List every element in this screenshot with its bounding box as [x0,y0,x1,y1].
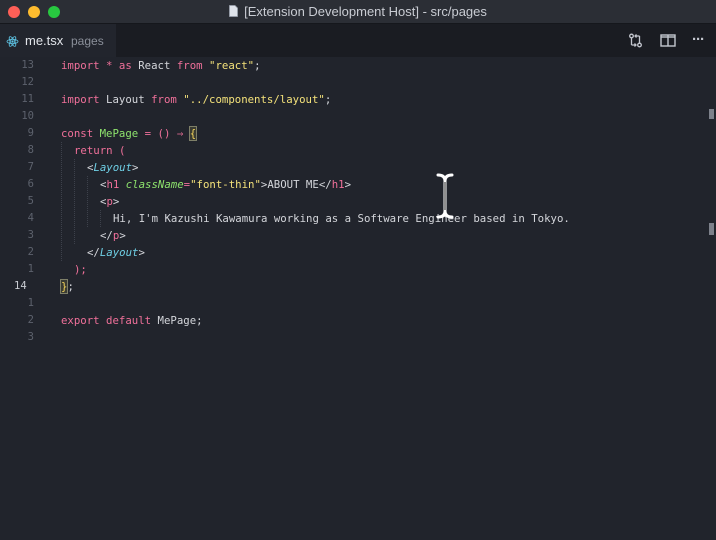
window-title: [Extension Development Host] - src/pages [0,3,716,20]
line-number: 3 [27,331,34,343]
code-line: </Layout> [87,246,145,259]
code-editor[interactable]: 13 12 11 10 9 8 7 6 5 4 3 2 1 14 1 2 3 i… [0,57,716,540]
line-number-gutter: 13 12 11 10 9 8 7 6 5 4 3 2 1 14 1 2 3 [0,57,46,540]
split-editor-icon[interactable] [660,33,676,48]
code-line: import Layout from "../components/layout… [61,93,332,106]
code-area[interactable]: import * as React from "react"; import L… [59,57,570,516]
code-line: <Layout> [87,161,139,174]
line-number: 6 [27,178,34,190]
line-number: 1 [27,263,34,275]
vertical-scrollbar[interactable] [709,57,716,540]
line-number: 11 [21,93,34,105]
code-line: const MePage = () ⇒ { [61,126,198,141]
line-number: 4 [27,212,34,224]
code-line: }; [59,279,74,294]
matched-bracket: { [188,126,198,141]
editor-window: [Extension Development Host] - src/pages… [0,0,716,540]
code-line: <p> [100,195,120,208]
tab-bar: me.tsx pages ··· [0,24,716,58]
code-line: return ( [74,144,126,157]
line-number: 2 [27,314,34,326]
tab-me-tsx[interactable]: me.tsx pages [0,24,116,58]
active-line-number: 14 [14,280,27,292]
scrollbar-marker [709,109,714,119]
react-file-icon [6,36,19,47]
line-number: 3 [27,229,34,241]
title-bar: [Extension Development Host] - src/pages [0,0,716,24]
line-number: 5 [27,195,34,207]
line-number: 9 [27,127,34,139]
line-number: 13 [21,59,34,71]
file-icon [229,5,239,17]
window-title-text: [Extension Development Host] - src/pages [244,4,487,19]
line-number: 8 [27,144,34,156]
line-number: 1 [27,297,34,309]
more-icon[interactable]: ··· [692,31,705,48]
indent-guide [100,210,102,227]
code-line: </p> [100,229,126,242]
line-number: 12 [21,76,34,88]
code-line: ); [74,263,87,276]
line-number: 7 [27,161,34,173]
line-number: 2 [27,246,34,258]
code-line: Hi, I'm Kazushi Kawamura working as a So… [113,212,570,225]
tab-file-name: me.tsx [25,33,64,48]
code-line: import * as React from "react"; [61,59,261,72]
code-line: <h1 className="font-thin">ABOUT ME</h1> [100,178,351,191]
scrollbar-marker [709,223,714,235]
line-number: 10 [21,110,34,122]
code-line: export default MePage; [61,314,203,327]
tab-description: pages [71,34,104,48]
text-cursor-icon [436,173,454,219]
git-compare-icon[interactable] [628,33,643,48]
